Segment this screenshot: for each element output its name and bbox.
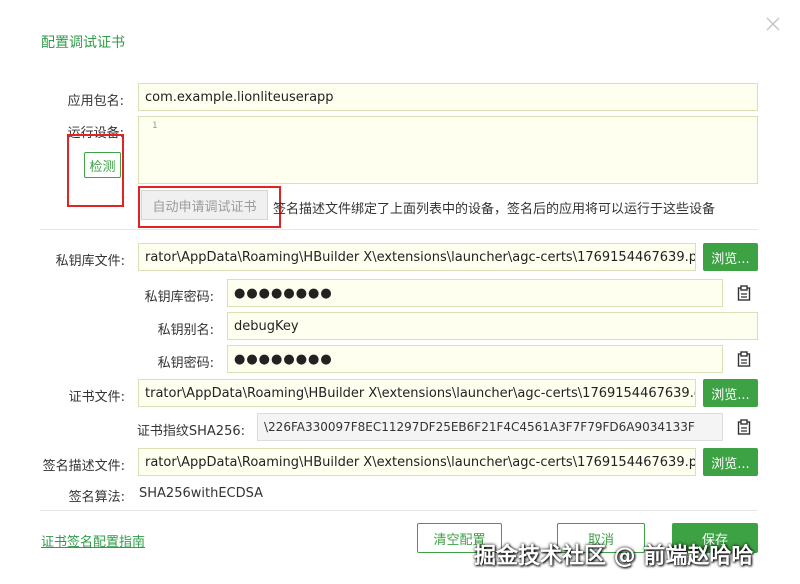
key-password-clipboard-icon[interactable] (737, 351, 751, 367)
device-hint-text: 签名描述文件绑定了上面列表中的设备，签名后的应用将可以运行于这些设备 (273, 202, 716, 217)
package-name-field[interactable]: com.example.lionliteuserapp (138, 83, 758, 111)
footer-divider (40, 510, 758, 511)
profile-file-field[interactable]: rator\AppData\Roaming\HBuilder X\extensi… (138, 448, 696, 476)
key-password-field[interactable]: ●●●●●●●● (227, 345, 723, 373)
line-number: 1 (152, 121, 158, 131)
key-alias-field[interactable]: debugKey (227, 312, 758, 340)
profile-file-label: 签名描述文件: (42, 459, 125, 474)
keystore-browse-button[interactable]: 浏览... (703, 243, 758, 271)
watermark-text: 掘金技术社区 @ 前端赵哈哈 (474, 544, 754, 569)
keystore-password-field[interactable]: ●●●●●●●● (227, 279, 723, 307)
key-password-label: 私钥密码: (157, 356, 214, 371)
key-alias-label: 私钥别名: (157, 323, 214, 338)
cert-file-field[interactable]: trator\AppData\Roaming\HBuilder X\extens… (138, 379, 696, 407)
close-icon-glyph (766, 17, 780, 31)
detect-button[interactable]: 检测 (84, 152, 121, 178)
cert-browse-button[interactable]: 浏览... (703, 379, 758, 407)
package-name-label: 应用包名: (67, 94, 124, 109)
keystore-password-clipboard-icon[interactable] (737, 285, 751, 301)
cert-sha256-label: 证书指纹SHA256: (136, 424, 245, 439)
cert-sha256-clipboard-icon[interactable] (737, 419, 751, 435)
auto-apply-cert-button[interactable]: 自动申请调试证书 (141, 190, 268, 220)
dialog-title: 配置调试证书 (41, 35, 125, 51)
section-divider (40, 229, 758, 230)
profile-browse-button[interactable]: 浏览... (703, 448, 758, 476)
sign-algorithm-value: SHA256withECDSA (139, 486, 264, 501)
sign-algorithm-label: 签名算法: (68, 490, 125, 505)
keystore-file-field[interactable]: rator\AppData\Roaming\HBuilder X\extensi… (138, 243, 696, 271)
keystore-password-label: 私钥库密码: (144, 290, 214, 305)
cert-file-label: 证书文件: (68, 390, 125, 405)
cert-sha256-field[interactable]: \226FA330097F8EC11297DF25EB6F21F4C4561A3… (257, 413, 723, 441)
close-icon[interactable] (764, 16, 782, 34)
keystore-file-label: 私钥库文件: (55, 254, 125, 269)
cert-guide-link[interactable]: 证书签名配置指南 (41, 531, 145, 550)
run-device-textarea[interactable]: 1 (138, 116, 758, 184)
